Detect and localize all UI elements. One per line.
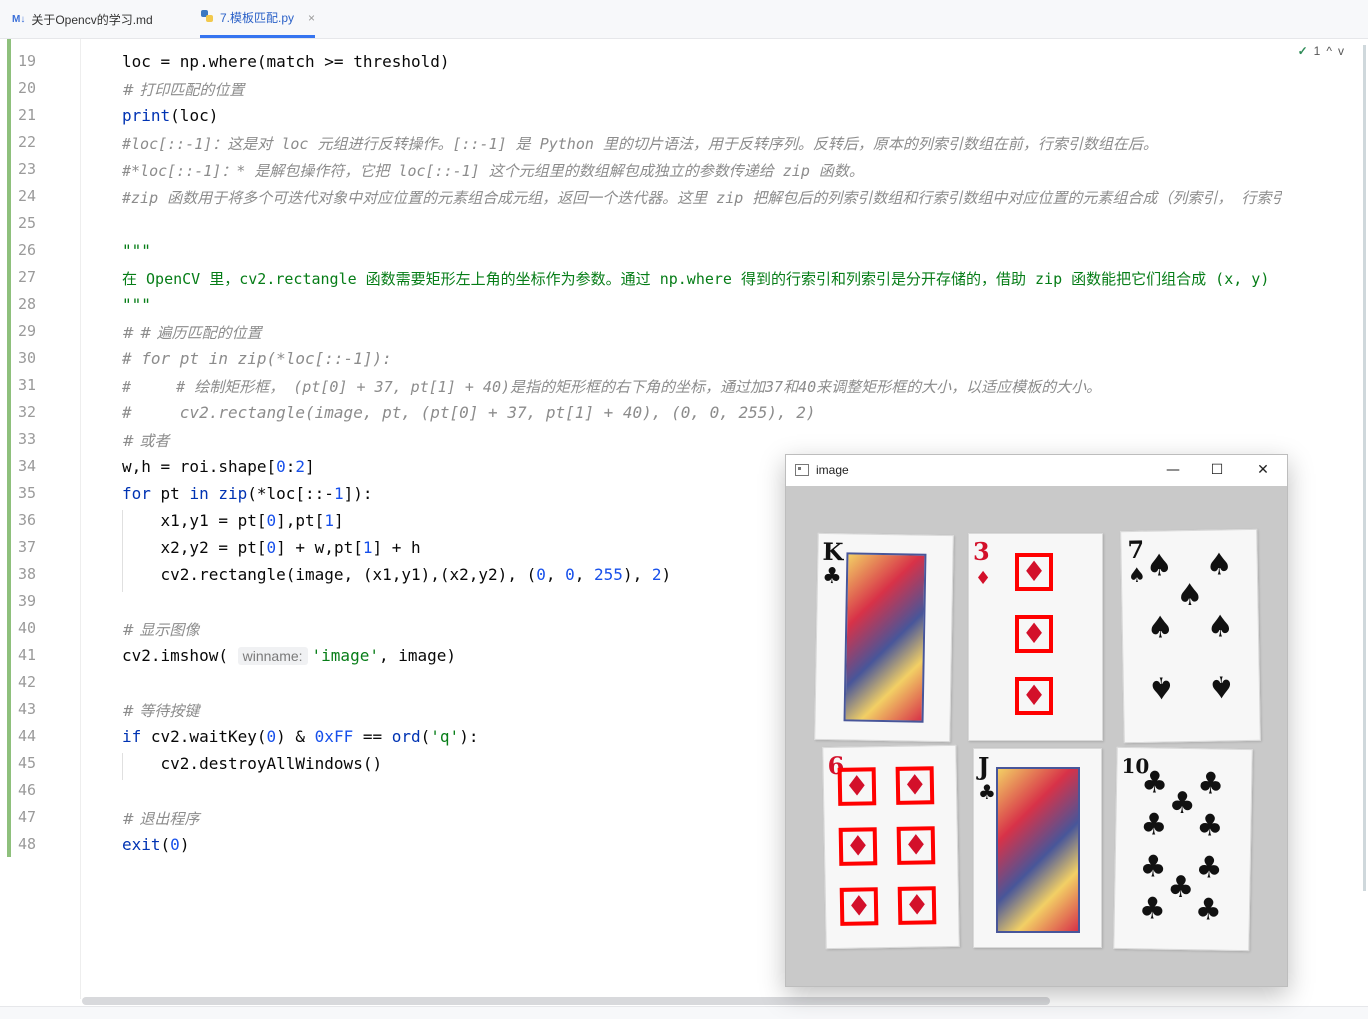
line-number: 46 [18,781,37,799]
card-ten-clubs: 10 ♣ ♣ ♣ ♣ ♣ ♣ ♣ ♣ ♣ ♣ [1113,746,1253,952]
match-box: ♦ [896,826,936,865]
code-line-37[interactable]: x2,y2 = pt[0] + w,pt[1] + h [122,538,421,557]
chevron-down-icon[interactable]: v [1338,44,1344,58]
line-number: 21 [18,106,37,124]
line-number: 31 [18,376,37,394]
code-line-26[interactable]: """ [122,241,151,260]
face-card-artwork [996,767,1080,933]
code-line-48[interactable]: exit(0) [122,835,189,854]
line-number: 33 [18,430,37,448]
line-number: 22 [18,133,37,151]
code-line-20[interactable]: # 打印匹配的位置 [122,79,244,100]
chevron-up-icon[interactable]: ^ [1326,44,1332,58]
card-seven-spades: 7 ♠ ♠ ♠ ♠ ♠ ♠ ♠ ♠ [1120,528,1261,744]
line-number: 32 [18,403,37,421]
line-number: 25 [18,214,37,232]
line-number: 20 [18,79,37,97]
line-number: 24 [18,187,37,205]
card-six-diamonds: 6 ♦ ♦ ♦ ♦ ♦ ♦ [822,744,960,950]
vcs-change-marker [7,39,11,857]
close-button[interactable]: ✕ [1248,459,1278,481]
line-number: 43 [18,700,37,718]
card-three-diamonds: 3 ♦ ♦ ♦ ♦ [968,533,1103,741]
match-box: ♦ [1015,553,1053,591]
line-number: 48 [18,835,37,853]
code-line-19[interactable]: loc = np.where(match >= threshold) [122,52,450,71]
match-box: ♦ [895,766,935,805]
opencv-image-window[interactable]: image — ☐ ✕ K ♣ 3 ♦ ♦ ♦ ♦ 7 ♠ ♠ ♠ ♠ ♠ ♠ … [785,454,1288,987]
code-line-29[interactable]: # # 遍历匹配的位置 [122,322,262,343]
card-jack-clubs: J ♣ [973,748,1102,948]
window-title: image [816,463,849,477]
line-number: 30 [18,349,37,367]
code-line-31[interactable]: # # 绘制矩形框， (pt[0] + 37, pt[1] + 40)是指的矩形… [122,376,1101,397]
line-number: 44 [18,727,37,745]
line-number: 35 [18,484,37,502]
code-line-36[interactable]: x1,y1 = pt[0],pt[1] [122,511,344,530]
match-box: ♦ [897,886,937,925]
code-line-40[interactable]: # 显示图像 [122,619,199,640]
tab-label: 关于Opencv的学习.md [31,12,153,27]
face-card-artwork [843,552,927,723]
line-number: 47 [18,808,37,826]
editor-tab-bar: M↓ 关于Opencv的学习.md 7.模板匹配.py × [0,0,1368,39]
tab-markdown-file[interactable]: M↓ 关于Opencv的学习.md [12,0,153,38]
code-line-27[interactable]: 在 OpenCV 里，cv2.rectangle 函数需要矩形左上角的坐标作为参… [122,268,1362,289]
code-line-24[interactable]: #zip 函数用于将多个可迭代对象中对应位置的元素组合成元组，返回一个迭代器。这… [122,187,1282,208]
close-tab-icon[interactable]: × [308,11,315,25]
tab-python-file[interactable]: 7.模板匹配.py × [200,0,316,38]
code-line-33[interactable]: # 或者 [122,430,169,451]
python-icon [200,9,214,26]
line-number: 36 [18,511,37,529]
vertical-scrollbar[interactable] [1363,45,1366,891]
inspection-widget[interactable]: ✓ 1 ^ v [1298,44,1344,58]
code-line-30[interactable]: # for pt in zip(*loc[::-1]): [122,349,392,368]
code-line-41[interactable]: cv2.imshow( winname:'image', image) [122,646,456,665]
match-box: ♦ [837,767,877,806]
line-number: 38 [18,565,37,583]
code-line-22[interactable]: #loc[::-1]：这是对 loc 元组进行反转操作。[::-1] 是 Pyt… [122,133,1158,154]
line-number: 37 [18,538,37,556]
line-number: 23 [18,160,37,178]
maximize-button[interactable]: ☐ [1202,459,1232,481]
minimize-button[interactable]: — [1158,459,1188,481]
code-line-35[interactable]: for pt in zip(*loc[::-1]): [122,484,372,503]
status-bar [0,1006,1368,1019]
horizontal-scrollbar[interactable] [82,997,1050,1005]
image-canvas: K ♣ 3 ♦ ♦ ♦ ♦ 7 ♠ ♠ ♠ ♠ ♠ ♠ ♠ ♠ 6 ♦ ♦ ♦ … [786,486,1287,986]
match-box: ♦ [839,887,879,926]
line-number: 34 [18,457,37,475]
match-box: ♦ [1015,677,1053,715]
match-box: ♦ [838,827,878,866]
code-line-28[interactable]: """ [122,295,151,314]
line-number: 39 [18,592,37,610]
line-number: 42 [18,673,37,691]
check-icon: ✓ [1297,44,1308,58]
line-number: 26 [18,241,37,259]
inspection-count: 1 [1313,44,1321,58]
window-title-bar[interactable]: image — ☐ ✕ [786,455,1287,487]
code-line-23[interactable]: #*loc[::-1]：* 是解包操作符，它把 loc[::-1] 这个元组里的… [122,160,864,181]
window-app-icon [795,464,809,476]
line-number: 27 [18,268,37,286]
code-line-21[interactable]: print(loc) [122,106,218,125]
code-line-34[interactable]: w,h = roi.shape[0:2] [122,457,315,476]
line-number: 28 [18,295,37,313]
code-line-47[interactable]: # 退出程序 [122,808,199,829]
code-line-43[interactable]: # 等待按键 [122,700,199,721]
line-number: 40 [18,619,37,637]
line-number: 29 [18,322,37,340]
markdown-icon: M↓ [12,13,26,25]
line-number: 19 [18,52,37,70]
code-line-38[interactable]: cv2.rectangle(image, (x1,y1),(x2,y2), (0… [122,565,672,584]
match-box: ♦ [1015,615,1053,653]
line-number: 41 [18,646,37,664]
code-line-32[interactable]: # cv2.rectangle(image, pt, (pt[0] + 37, … [122,403,816,422]
card-king-clubs: K ♣ [814,532,954,743]
code-line-45[interactable]: cv2.destroyAllWindows() [122,754,383,773]
line-number: 45 [18,754,37,772]
tab-label: 7.模板匹配.py [220,11,295,25]
code-line-44[interactable]: if cv2.waitKey(0) & 0xFF == ord('q'): [122,727,478,746]
parameter-hint: winname: [237,647,308,665]
